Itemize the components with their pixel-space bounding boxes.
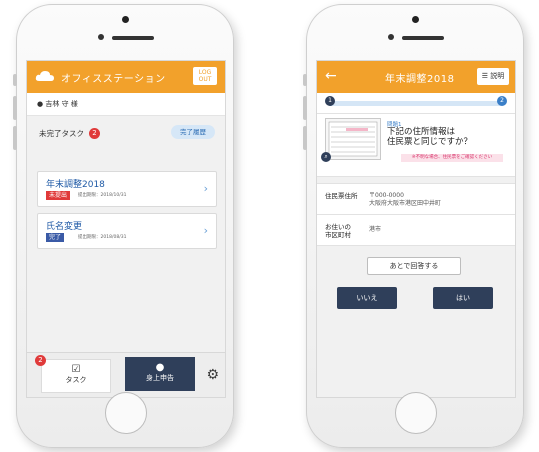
info-key-line-2: 市区町村	[325, 231, 351, 239]
page-title: 年末調整2018	[385, 74, 455, 85]
question-note: ※不明な場合、住民票をご確認ください	[401, 154, 503, 162]
info-row-municipality: お住いの 市区町村 港市	[317, 215, 515, 246]
sensor-dot	[388, 34, 394, 40]
logout-label-bottom: OUT	[198, 76, 212, 83]
task-title: 年末調整2018	[46, 180, 105, 190]
help-button[interactable]: ☰ 説明	[477, 68, 509, 85]
task-status-badge: 未提出	[46, 191, 71, 200]
left-phone: オフィスステーション LOG OUT ● 吉林 守 様 未完了タスク 2 完了履…	[13, 4, 234, 448]
speaker-grille	[402, 36, 444, 40]
speaker-grille	[112, 36, 154, 40]
cloud-logo-icon	[35, 71, 54, 81]
zoom-icon[interactable]: ⌕	[321, 152, 331, 162]
question-line-1: 下記の住所情報は	[387, 127, 456, 137]
bottom-nav: ☑ タスク 2 ● 身上申告 ⚙	[27, 352, 225, 397]
task-card-nenmatsu[interactable]: 年末調整2018 未提出 提出期限：2018/10/31 ›	[37, 171, 217, 207]
chevron-right-icon: ›	[203, 224, 208, 237]
info-value: 〒000-0000 大阪府大阪市港区田中井町	[369, 192, 441, 208]
task-badge: 2	[35, 355, 46, 366]
mute-switch	[13, 74, 17, 86]
chevron-right-icon: ›	[203, 182, 208, 195]
app-title: オフィスステーション	[61, 74, 166, 85]
task-status-badge: 完了	[46, 233, 65, 242]
volume-up-button	[303, 96, 307, 120]
progress-end-pin: 2	[497, 96, 507, 106]
incomplete-task-label: 未完了タスク	[39, 129, 84, 138]
sensor-dot	[98, 34, 104, 40]
app-header: ← 年末調整2018 ☰ 説明	[317, 61, 515, 93]
postal-code: 〒000-0000	[369, 192, 404, 199]
info-key: お住いの 市区町村	[325, 223, 361, 239]
answer-later-button[interactable]: あとで回答する	[367, 257, 461, 275]
progress-bar: 1 2	[317, 93, 515, 114]
incomplete-task-header: 未完了タスク 2 完了履歴	[27, 122, 225, 146]
task-title: 氏名変更	[46, 222, 83, 232]
user-name: 吉林 守 様	[45, 100, 78, 108]
front-camera	[122, 16, 129, 23]
app-header: オフィスステーション LOG OUT	[27, 61, 225, 93]
question-panel: ⌕ 問題1 下記の住所情報は 住民票と同じですか？ ※不明な場合、住民票をご確認…	[317, 114, 515, 177]
task-deadline: 提出期限：2018/08/31	[78, 235, 127, 240]
user-row: ● 吉林 守 様	[27, 93, 225, 116]
front-camera	[412, 16, 419, 23]
help-label: 説明	[490, 72, 505, 80]
tab-task-label: タスク	[65, 376, 87, 384]
mute-switch	[303, 74, 307, 86]
person-icon: ●	[155, 362, 165, 373]
volume-up-button	[13, 96, 17, 120]
no-button[interactable]: いいえ	[337, 287, 397, 309]
question-text: 下記の住所情報は 住民票と同じですか？	[387, 127, 472, 147]
completed-history-button[interactable]: 完了履歴	[171, 125, 215, 139]
info-key-line-1: お住いの	[325, 223, 351, 231]
incomplete-count-badge: 2	[89, 128, 100, 139]
logout-label-top: LOG	[198, 69, 212, 76]
left-screen: オフィスステーション LOG OUT ● 吉林 守 様 未完了タスク 2 完了履…	[26, 60, 226, 398]
yes-button[interactable]: はい	[433, 287, 493, 309]
tab-self-report-label: 身上申告	[146, 374, 174, 382]
tab-task[interactable]: ☑ タスク	[41, 359, 111, 393]
address-line: 大阪府大阪市港区田中井町	[369, 200, 442, 207]
tab-self-report[interactable]: ● 身上申告	[125, 357, 195, 391]
right-phone: ← 年末調整2018 ☰ 説明 1 2 ⌕ 問題1 下記の住所情報は 住民票と同…	[303, 4, 524, 448]
progress-track	[329, 101, 503, 106]
task-deadline: 提出期限：2018/10/31	[78, 193, 127, 198]
user-icon: ●	[37, 100, 44, 108]
back-arrow-icon[interactable]: ←	[325, 68, 337, 84]
home-button[interactable]	[105, 392, 147, 434]
checkbox-icon: ☑	[71, 364, 81, 375]
right-screen: ← 年末調整2018 ☰ 説明 1 2 ⌕ 問題1 下記の住所情報は 住民票と同…	[316, 60, 516, 398]
task-card-name-change[interactable]: 氏名変更 完了 提出期限：2018/08/31 ›	[37, 213, 217, 249]
info-row-resident-address: 住民票住所 〒000-0000 大阪府大阪市港区田中井町	[317, 184, 515, 215]
question-line-2: 住民票と同じですか？	[387, 137, 473, 147]
logout-button[interactable]: LOG OUT	[193, 67, 217, 85]
menu-icon: ☰	[481, 72, 489, 80]
document-thumbnail[interactable]	[325, 118, 381, 160]
gear-icon[interactable]: ⚙	[206, 367, 219, 383]
progress-current-pin: 1	[325, 96, 335, 106]
info-value: 港市	[369, 226, 382, 233]
address-info: 住民票住所 〒000-0000 大阪府大阪市港区田中井町 お住いの 市区町村 港…	[317, 183, 515, 246]
info-key: 住民票住所	[325, 192, 358, 200]
home-button[interactable]	[395, 392, 437, 434]
volume-down-button	[13, 126, 17, 150]
volume-down-button	[303, 126, 307, 150]
